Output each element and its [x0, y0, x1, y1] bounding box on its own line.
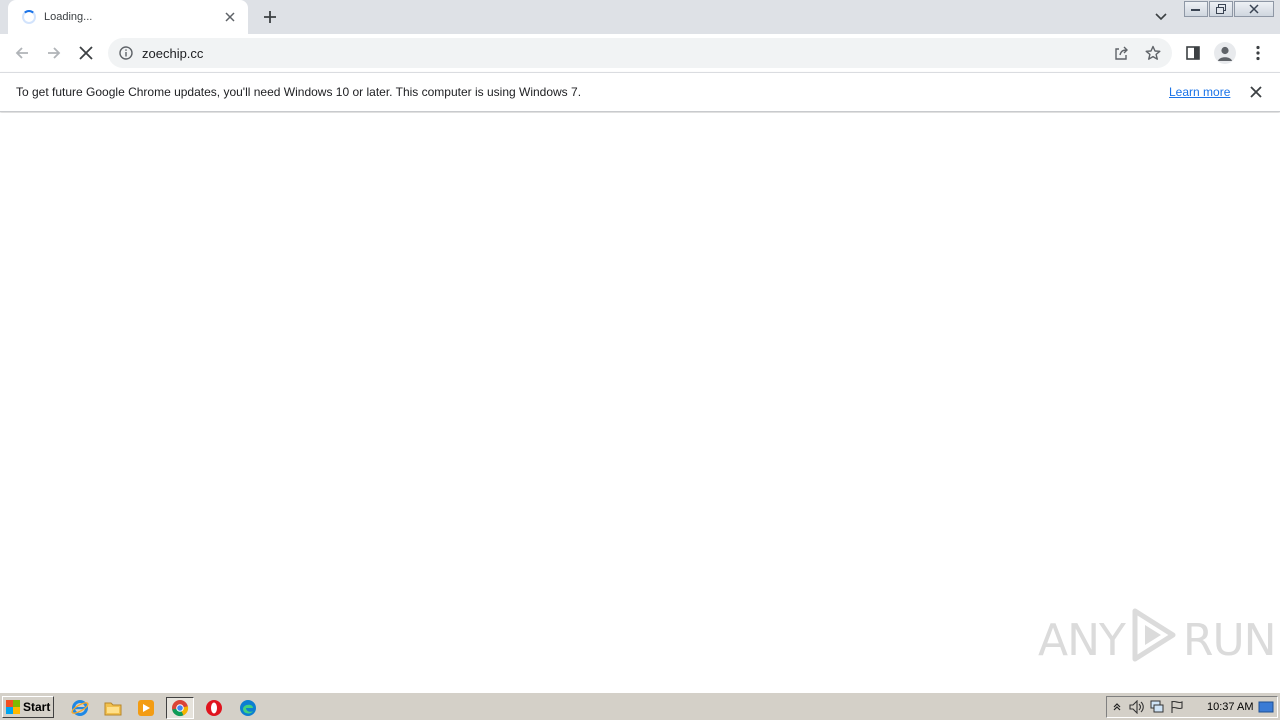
update-infobar: To get future Google Chrome updates, you… [0, 72, 1280, 112]
system-tray: 10:37 AM [1106, 696, 1278, 718]
tab-strip: Loading... [0, 0, 1280, 34]
media-player-icon[interactable] [134, 697, 158, 719]
watermark-right-text: RUN [1182, 614, 1277, 666]
action-center-flag-icon[interactable] [1167, 697, 1187, 717]
share-icon[interactable] [1108, 40, 1134, 66]
internet-explorer-icon[interactable] [68, 697, 92, 719]
avatar-icon [1214, 42, 1236, 64]
opera-icon[interactable] [202, 697, 226, 719]
show-desktop-icon[interactable] [1256, 697, 1276, 717]
windows-logo-icon [6, 700, 20, 714]
start-label: Start [23, 700, 51, 714]
profile-button[interactable] [1212, 40, 1238, 66]
browser-toolbar: zoechip.cc [0, 34, 1280, 72]
volume-icon[interactable] [1127, 697, 1147, 717]
network-icon[interactable] [1147, 697, 1167, 717]
url-text[interactable]: zoechip.cc [142, 46, 1108, 61]
watermark-play-icon [1129, 605, 1179, 676]
tray-expand-icon[interactable] [1107, 697, 1127, 717]
tab-search-chevron-icon[interactable] [1150, 7, 1172, 27]
learn-more-link[interactable]: Learn more [1169, 85, 1230, 99]
restore-button[interactable] [1209, 1, 1233, 17]
file-explorer-icon[interactable] [101, 697, 125, 719]
window-close-button[interactable] [1234, 1, 1274, 17]
address-bar[interactable]: zoechip.cc [108, 38, 1172, 68]
chrome-icon[interactable] [166, 697, 194, 719]
infobar-message: To get future Google Chrome updates, you… [16, 85, 582, 99]
new-tab-button[interactable] [258, 5, 282, 29]
window-controls [1183, 1, 1274, 17]
windows-taskbar: Start 10:37 AM [0, 692, 1280, 720]
tab-active[interactable]: Loading... [8, 0, 248, 34]
watermark-left-text: ANY [1038, 614, 1126, 666]
forward-button[interactable] [41, 40, 67, 66]
minimize-button[interactable] [1184, 1, 1208, 17]
edge-icon[interactable] [236, 697, 260, 719]
infobar-close-icon[interactable] [1247, 83, 1265, 101]
page-content [0, 113, 1280, 692]
menu-kebab-icon[interactable] [1245, 40, 1271, 66]
side-panel-icon[interactable] [1180, 40, 1206, 66]
stop-loading-button[interactable] [73, 40, 99, 66]
anyrun-watermark: ANY RUN [1038, 608, 1277, 672]
site-info-icon[interactable] [118, 45, 134, 61]
tab-close-icon[interactable] [222, 9, 238, 25]
taskbar-clock[interactable]: 10:37 AM [1207, 701, 1253, 713]
bookmark-star-icon[interactable] [1140, 40, 1166, 66]
loading-spinner-icon [22, 10, 36, 24]
start-button[interactable]: Start [2, 696, 54, 718]
back-button[interactable] [9, 40, 35, 66]
tab-title: Loading... [44, 11, 93, 23]
